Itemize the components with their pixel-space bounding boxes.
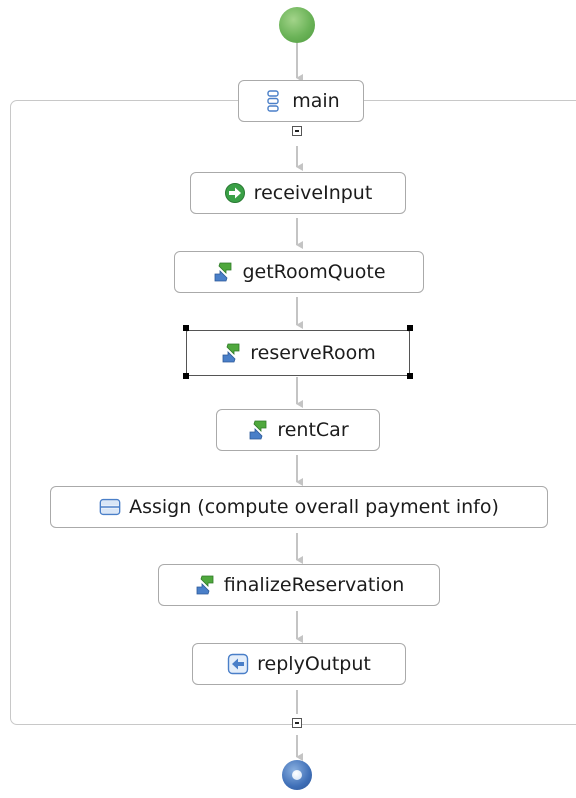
activity-label: reserveRoom bbox=[250, 342, 376, 364]
invoke-icon bbox=[212, 261, 234, 283]
activity-label: getRoomQuote bbox=[242, 261, 386, 283]
sequence-icon bbox=[262, 90, 284, 112]
activity-reserveroom[interactable]: reserveRoom bbox=[186, 330, 410, 376]
activity-label: finalizeReservation bbox=[223, 574, 405, 596]
activity-receiveinput[interactable]: receiveInput bbox=[190, 172, 406, 214]
invoke-icon bbox=[220, 342, 242, 364]
activity-label: replyOutput bbox=[257, 653, 371, 675]
selection-handle[interactable] bbox=[407, 373, 413, 379]
activity-replyoutput[interactable]: replyOutput bbox=[192, 643, 406, 685]
activity-label: receiveInput bbox=[253, 182, 373, 204]
receive-icon bbox=[224, 182, 246, 204]
selection-handle[interactable] bbox=[183, 325, 189, 331]
activity-getroomquote[interactable]: getRoomQuote bbox=[174, 251, 424, 293]
activity-finalizereservation[interactable]: finalizeReservation bbox=[158, 564, 440, 606]
collapse-toggle-bottom[interactable] bbox=[292, 718, 302, 728]
main-sequence-label: main bbox=[292, 90, 340, 112]
activity-label: Assign (compute overall payment info) bbox=[129, 496, 499, 518]
start-node[interactable] bbox=[279, 7, 315, 43]
activity-rentcar[interactable]: rentCar bbox=[216, 409, 380, 451]
activity-assign[interactable]: Assign (compute overall payment info) bbox=[50, 486, 548, 528]
reply-icon bbox=[227, 653, 249, 675]
activity-label: rentCar bbox=[277, 419, 349, 441]
selection-handle[interactable] bbox=[183, 373, 189, 379]
invoke-icon bbox=[194, 574, 216, 596]
process-canvas: main receiveInput getRoomQuote reserveRo… bbox=[0, 0, 576, 798]
selection-handle[interactable] bbox=[407, 325, 413, 331]
invoke-icon bbox=[247, 419, 269, 441]
assign-icon bbox=[99, 496, 121, 518]
end-node[interactable] bbox=[282, 760, 312, 790]
collapse-toggle-top[interactable] bbox=[292, 126, 302, 136]
main-sequence-node[interactable]: main bbox=[238, 80, 364, 122]
